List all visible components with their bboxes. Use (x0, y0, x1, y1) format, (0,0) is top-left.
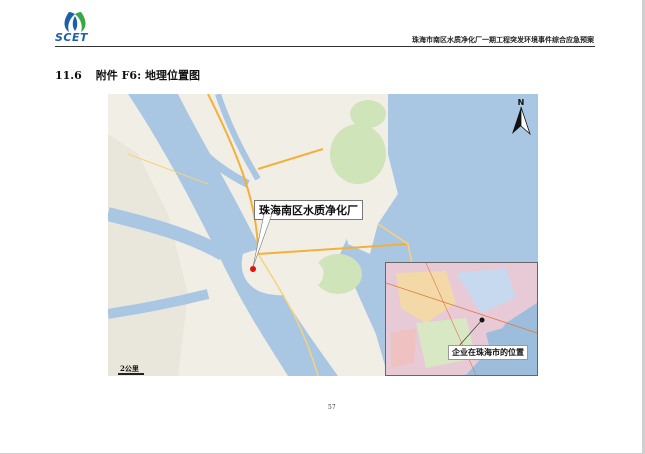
north-arrow-label: N (518, 98, 525, 107)
north-arrow-icon: N (512, 98, 531, 136)
page-number: 57 (328, 404, 336, 411)
scale-bar (118, 373, 144, 375)
inset-location-label: 企业在珠海市的位置 (448, 345, 528, 360)
section-title: 附件 F6: 地理位置图 (95, 69, 200, 82)
plant-location-marker (250, 266, 256, 272)
logo-text: SCET (55, 31, 89, 44)
section-number: 11.6 (55, 69, 82, 82)
header-divider (55, 46, 595, 47)
document-header-title: 珠海市南区水质净化厂一期工程突发环境事件综合应急预案 (412, 36, 594, 44)
section-heading: 11.6 附件 F6: 地理位置图 (55, 67, 200, 83)
callout-leader-icon (252, 214, 273, 268)
